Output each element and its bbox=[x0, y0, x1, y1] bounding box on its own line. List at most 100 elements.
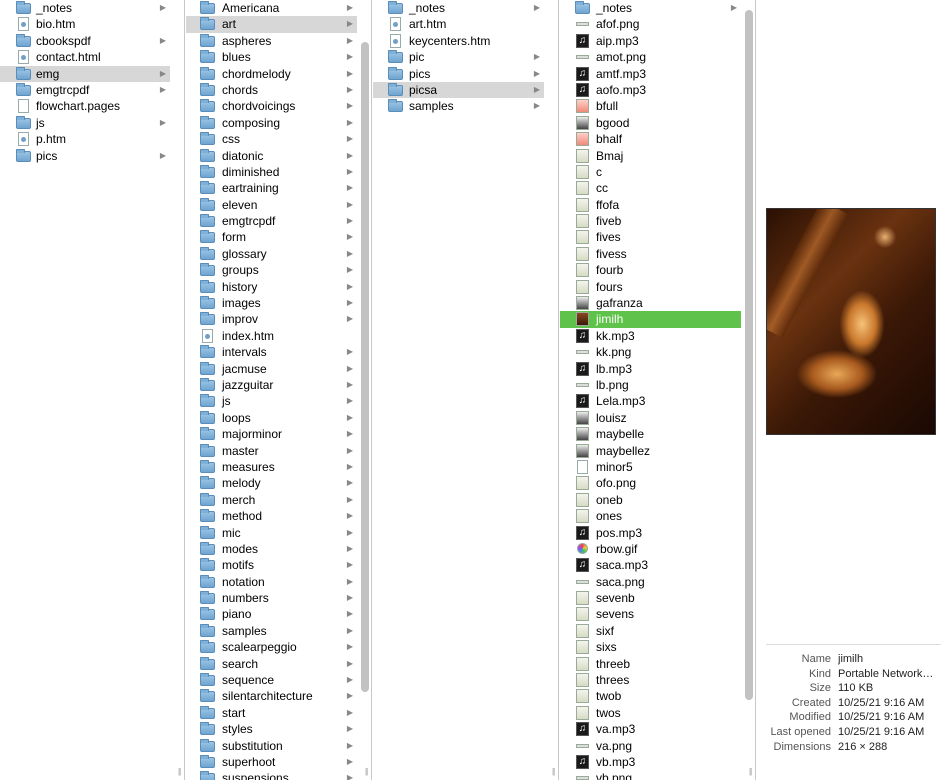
list-item[interactable]: intervals ▶ bbox=[186, 344, 357, 360]
list-item[interactable]: samples ▶ bbox=[373, 98, 544, 114]
list-item[interactable]: fourb bbox=[560, 262, 741, 278]
list-item[interactable]: ♫ kk.mp3 bbox=[560, 328, 741, 344]
list-item[interactable]: js ▶ bbox=[0, 115, 170, 131]
list-item[interactable]: styles ▶ bbox=[186, 721, 357, 737]
list-item[interactable]: afof.png bbox=[560, 16, 741, 32]
list-item[interactable]: eleven ▶ bbox=[186, 197, 357, 213]
list-item[interactable]: emgtrcpdf ▶ bbox=[186, 213, 357, 229]
list-item[interactable]: art ▶ bbox=[186, 16, 357, 33]
list-item[interactable]: twob bbox=[560, 688, 741, 704]
list-item[interactable]: mic ▶ bbox=[186, 525, 357, 541]
list-item[interactable]: ♫ aip.mp3 bbox=[560, 33, 741, 49]
list-item[interactable]: flowchart.pages bbox=[0, 98, 170, 114]
list-item[interactable]: threes bbox=[560, 672, 741, 688]
list-item[interactable]: saca.png bbox=[560, 574, 741, 590]
column-resize-handle[interactable]: || bbox=[749, 767, 752, 776]
column-4-scrollbar[interactable] bbox=[745, 10, 753, 700]
list-item[interactable]: _notes ▶ bbox=[560, 0, 741, 16]
list-item[interactable]: bgood bbox=[560, 115, 741, 131]
list-item[interactable]: Bmaj bbox=[560, 148, 741, 164]
list-item[interactable]: notation ▶ bbox=[186, 574, 357, 590]
list-item[interactable]: scalearpeggio ▶ bbox=[186, 639, 357, 655]
list-item[interactable]: sevens bbox=[560, 606, 741, 622]
list-item[interactable]: measures ▶ bbox=[186, 459, 357, 475]
list-item[interactable]: substitution ▶ bbox=[186, 738, 357, 754]
list-item[interactable]: kk.png bbox=[560, 344, 741, 360]
list-item[interactable]: Americana ▶ bbox=[186, 0, 357, 16]
list-item[interactable]: p.htm bbox=[0, 131, 170, 147]
list-item[interactable]: bio.htm bbox=[0, 16, 170, 32]
list-item[interactable]: fivess bbox=[560, 246, 741, 262]
list-item[interactable]: jazzguitar ▶ bbox=[186, 377, 357, 393]
list-item[interactable]: master ▶ bbox=[186, 443, 357, 459]
list-item[interactable]: ones bbox=[560, 508, 741, 524]
list-item[interactable]: improv ▶ bbox=[186, 311, 357, 327]
list-item[interactable]: composing ▶ bbox=[186, 115, 357, 131]
list-item[interactable]: suspensions ▶ bbox=[186, 770, 357, 780]
list-item[interactable]: pics ▶ bbox=[0, 148, 170, 164]
list-item[interactable]: diminished ▶ bbox=[186, 164, 357, 180]
column-resize-handle[interactable]: || bbox=[552, 767, 555, 776]
list-item[interactable]: ♫ vb.mp3 bbox=[560, 754, 741, 770]
list-item[interactable]: groups ▶ bbox=[186, 262, 357, 278]
list-item[interactable]: chordvoicings ▶ bbox=[186, 98, 357, 114]
list-item[interactable]: superhoot ▶ bbox=[186, 754, 357, 770]
list-item[interactable]: history ▶ bbox=[186, 279, 357, 295]
list-item[interactable]: ♫ lb.mp3 bbox=[560, 361, 741, 377]
list-item[interactable]: va.png bbox=[560, 738, 741, 754]
list-item[interactable]: index.htm bbox=[186, 328, 357, 344]
list-item[interactable]: jacmuse ▶ bbox=[186, 361, 357, 377]
list-item[interactable]: threeb bbox=[560, 656, 741, 672]
column-2-scrollbar[interactable] bbox=[361, 42, 369, 692]
list-item[interactable]: oneb bbox=[560, 492, 741, 508]
list-item[interactable]: rbow.gif bbox=[560, 541, 741, 557]
list-item[interactable]: louisz bbox=[560, 410, 741, 426]
list-item[interactable]: silentarchitecture ▶ bbox=[186, 688, 357, 704]
list-item[interactable]: images ▶ bbox=[186, 295, 357, 311]
list-item[interactable]: method ▶ bbox=[186, 508, 357, 524]
list-item[interactable]: form ▶ bbox=[186, 229, 357, 245]
list-item[interactable]: fours bbox=[560, 279, 741, 295]
list-item[interactable]: blues ▶ bbox=[186, 49, 357, 65]
list-item[interactable]: sixs bbox=[560, 639, 741, 655]
list-item[interactable]: amot.png bbox=[560, 49, 741, 65]
column-resize-handle[interactable]: || bbox=[178, 767, 181, 776]
list-item[interactable]: sequence ▶ bbox=[186, 672, 357, 688]
list-item[interactable]: numbers ▶ bbox=[186, 590, 357, 606]
column-resize-handle[interactable]: || bbox=[365, 767, 368, 776]
list-item[interactable]: samples ▶ bbox=[186, 623, 357, 639]
list-item[interactable]: search ▶ bbox=[186, 656, 357, 672]
list-item[interactable]: twos bbox=[560, 705, 741, 721]
list-item[interactable]: chordmelody ▶ bbox=[186, 66, 357, 82]
list-item[interactable]: cbookspdf ▶ bbox=[0, 33, 170, 49]
list-item[interactable]: keycenters.htm bbox=[373, 33, 544, 49]
list-item[interactable]: modes ▶ bbox=[186, 541, 357, 557]
list-item[interactable]: emg ▶ bbox=[0, 65, 170, 82]
list-item[interactable]: css ▶ bbox=[186, 131, 357, 147]
list-item[interactable]: eartraining ▶ bbox=[186, 180, 357, 196]
list-item[interactable]: pics ▶ bbox=[373, 66, 544, 82]
list-item[interactable]: aspheres ▶ bbox=[186, 33, 357, 49]
list-item[interactable]: loops ▶ bbox=[186, 410, 357, 426]
list-item[interactable]: merch ▶ bbox=[186, 492, 357, 508]
list-item[interactable]: majorminor ▶ bbox=[186, 426, 357, 442]
list-item[interactable]: glossary ▶ bbox=[186, 246, 357, 262]
list-item[interactable]: sixf bbox=[560, 623, 741, 639]
list-item[interactable]: start ▶ bbox=[186, 705, 357, 721]
list-item[interactable]: art.htm bbox=[373, 16, 544, 32]
list-item[interactable]: ffofa bbox=[560, 197, 741, 213]
list-item[interactable]: _notes ▶ bbox=[373, 0, 544, 16]
list-item[interactable]: bfull bbox=[560, 98, 741, 114]
list-item[interactable]: vb.png bbox=[560, 770, 741, 780]
list-item[interactable]: motifs ▶ bbox=[186, 557, 357, 573]
list-item[interactable]: jimilh bbox=[560, 311, 741, 328]
list-item[interactable]: js ▶ bbox=[186, 393, 357, 409]
list-item[interactable]: ofo.png bbox=[560, 475, 741, 491]
list-item[interactable]: contact.html bbox=[0, 49, 170, 65]
list-item[interactable]: ♫ va.mp3 bbox=[560, 721, 741, 737]
list-item[interactable]: ♫ Lela.mp3 bbox=[560, 393, 741, 409]
list-item[interactable]: ♫ pos.mp3 bbox=[560, 525, 741, 541]
list-item[interactable]: gafranza bbox=[560, 295, 741, 311]
list-item[interactable]: emgtrcpdf ▶ bbox=[0, 82, 170, 98]
list-item[interactable]: picsa ▶ bbox=[373, 81, 544, 99]
